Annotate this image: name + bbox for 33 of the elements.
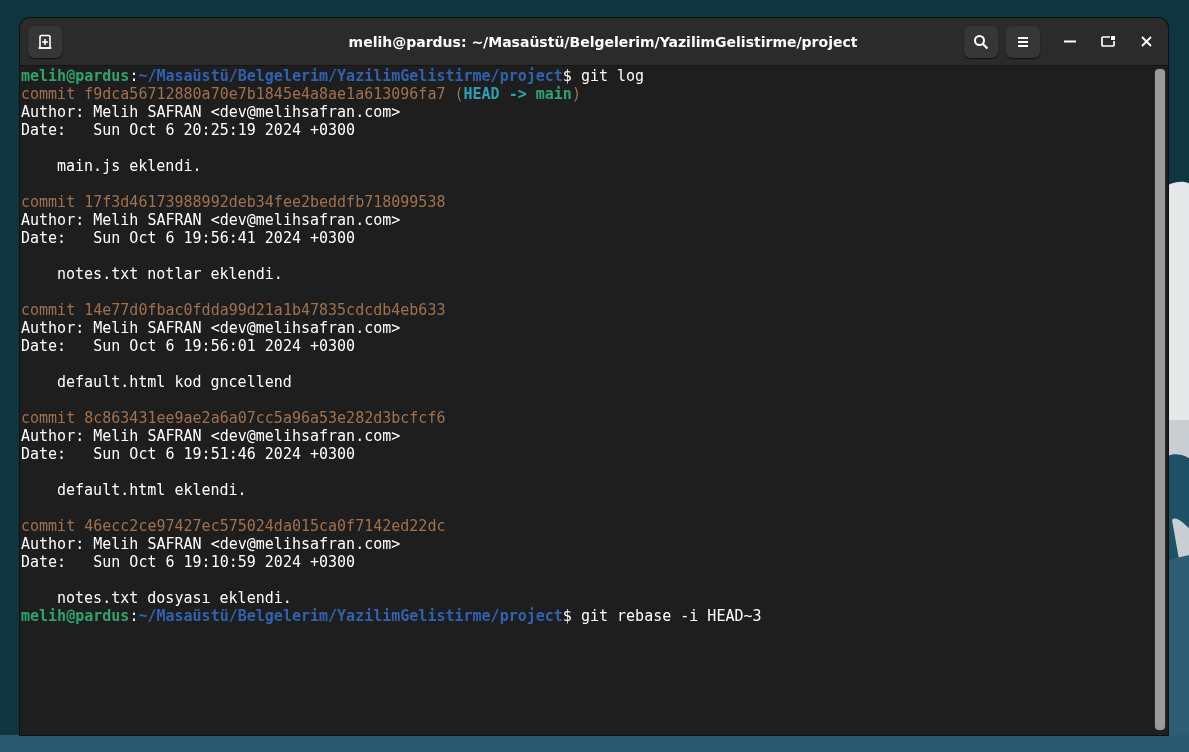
close-icon bbox=[1140, 36, 1152, 47]
commit-line: commit 14e77d0fbac0fdda99d21a1b47835cdcdb4eb633 bbox=[21, 301, 446, 319]
maximize-icon bbox=[1101, 36, 1115, 47]
log-line: Author: Melih SAFRAN <dev@melihsafran.com> bbox=[21, 427, 401, 445]
window-title: melih@pardus: ~/Masaüstü/Belgelerim/YazilimGelistirme/project bbox=[347, 33, 859, 50]
log-line: Date: Sun Oct 6 19:51:46 2024 +0300 bbox=[21, 445, 356, 463]
commit-line: commit f9dca56712880a70e7b1845e4a8ae1a613096fa7 (HEAD -> main) bbox=[21, 85, 581, 103]
prompt-line: melih@pardus:~/Masaüstü/Belgelerim/YazilimGelistirme/project$ git rebase -i HEAD~3 bbox=[21, 607, 762, 625]
new-tab-icon bbox=[37, 33, 53, 50]
log-line: Author: Melih SAFRAN <dev@melihsafran.com> bbox=[21, 319, 401, 337]
log-line: Author: Melih SAFRAN <dev@melihsafran.com> bbox=[21, 211, 401, 229]
commit-message: default.html eklendi. bbox=[56, 481, 247, 499]
commit-message: main.js eklendi. bbox=[56, 157, 202, 175]
log-line: Date: Sun Oct 6 19:10:59 2024 +0300 bbox=[21, 553, 356, 571]
search-icon bbox=[973, 33, 989, 50]
commit-line: commit 8c863431ee9ae2a6a07cc5a96a53e282d3bcfcf6 bbox=[21, 409, 446, 427]
log-line: Date: Sun Oct 6 20:25:19 2024 +0300 bbox=[21, 121, 356, 139]
commit-message: default.html kod gncellend bbox=[56, 373, 292, 391]
menu-button[interactable] bbox=[1006, 25, 1040, 58]
minimize-icon bbox=[1064, 40, 1076, 43]
commit-line: commit 46ecc2ce97427ec575024da015ca0f7142ed22dc bbox=[21, 517, 446, 535]
menu-icon bbox=[1017, 35, 1029, 48]
prompt-line: melih@pardus:~/Masaüstü/Belgelerim/YazilimGelistirme/project$ git log bbox=[21, 67, 645, 85]
log-line: Date: Sun Oct 6 19:56:01 2024 +0300 bbox=[21, 337, 356, 355]
log-line: Author: Melih SAFRAN <dev@melihsafran.com> bbox=[21, 103, 401, 121]
log-line: Author: Melih SAFRAN <dev@melihsafran.com> bbox=[21, 535, 401, 553]
log-line: Date: Sun Oct 6 19:56:41 2024 +0300 bbox=[21, 229, 356, 247]
commit-message: notes.txt dosyası eklendi. bbox=[56, 589, 292, 607]
new-tab-button[interactable] bbox=[28, 25, 62, 58]
scrollbar[interactable] bbox=[1154, 68, 1166, 731]
search-button[interactable] bbox=[964, 25, 998, 58]
commit-message: notes.txt notlar eklendi. bbox=[56, 265, 283, 283]
commit-line: commit 17f3d46173988992deb34fee2beddfb718099538 bbox=[21, 193, 446, 211]
